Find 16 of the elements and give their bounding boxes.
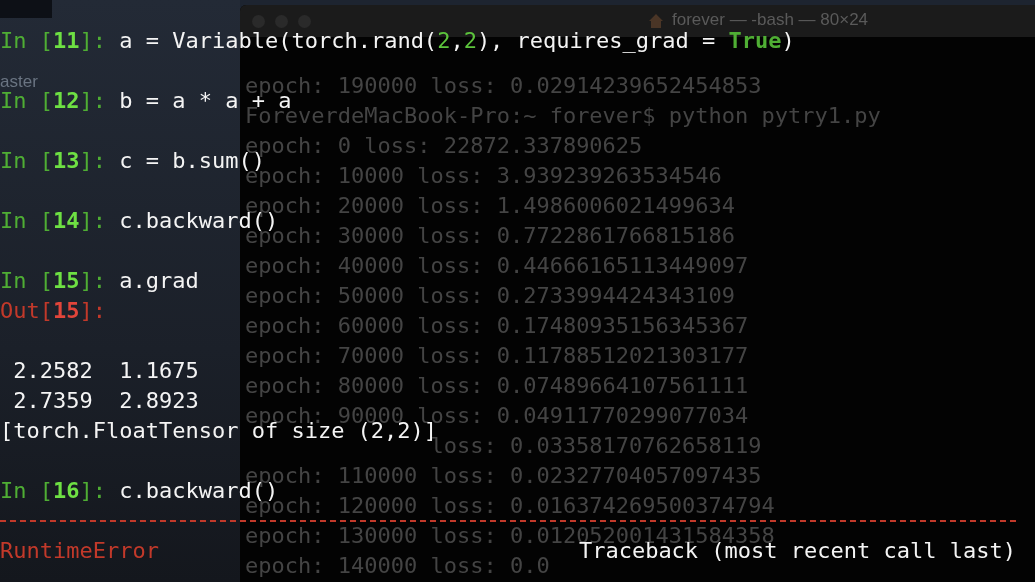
terminal-line: epoch: 70000 loss: 0.11788512021303177 xyxy=(245,343,749,368)
error-name: RuntimeError xyxy=(0,537,159,565)
terminal-line: epoch: 50000 loss: 0.2733994424343109 xyxy=(245,283,736,308)
desktop-label: aster xyxy=(0,71,38,92)
input-line: In [11]: a = Variable(torch.rand(2,2), requires_grad = True) xyxy=(0,28,795,53)
output-line: 2.7359 2.8923 xyxy=(12,388,199,413)
terminal-line: epoch: 140000 loss: 0.0 xyxy=(245,553,550,578)
terminal-line: epoch: 80000 loss: 0.07489664107561111 xyxy=(245,373,749,398)
output-prompt: Out[15]: xyxy=(0,298,106,323)
input-line: In [15]: a.grad xyxy=(0,268,199,293)
desktop-window xyxy=(0,0,52,18)
terminal-line: epoch: 40000 loss: 0.44666165113449097 xyxy=(245,253,749,278)
window-title: forever — -bash — 80×24 xyxy=(672,10,869,30)
terminal-line: epoch: 60000 loss: 0.17480935156345367 xyxy=(245,313,749,338)
output-line: 2.2582 1.1675 xyxy=(12,358,199,383)
house-icon xyxy=(648,13,664,29)
